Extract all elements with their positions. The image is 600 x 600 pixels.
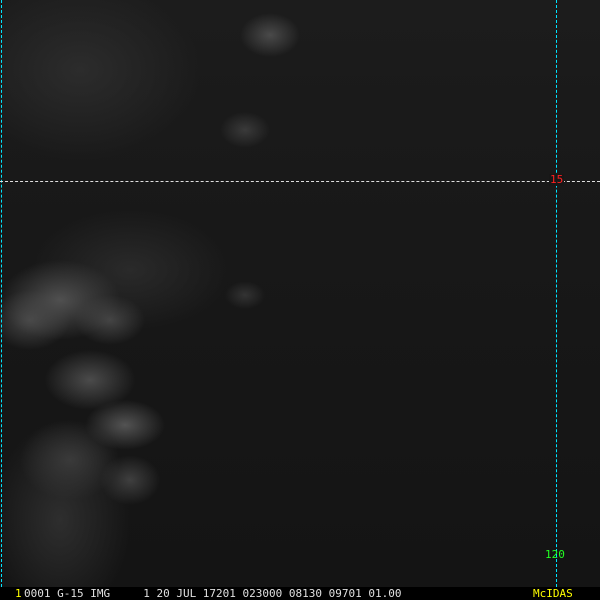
image-info: 0001 G-15 IMG 1 20 JUL 17201 023000 0813… [24,587,402,600]
longitude-line-left [1,0,2,587]
satellite-image-frame: 15 120 1 0001 G-15 IMG 1 20 JUL 17201 023… [0,0,600,600]
status-bar: 1 0001 G-15 IMG 1 20 JUL 17201 023000 081… [0,587,600,600]
longitude-label: 120 [545,548,565,561]
longitude-line-120 [556,0,557,587]
satellite-imagery [0,0,600,587]
frame-number: 1 [15,587,22,600]
mcidas-logo: McIDAS [533,587,573,600]
latitude-label: 15 [549,173,565,186]
latitude-line-15 [0,181,600,182]
